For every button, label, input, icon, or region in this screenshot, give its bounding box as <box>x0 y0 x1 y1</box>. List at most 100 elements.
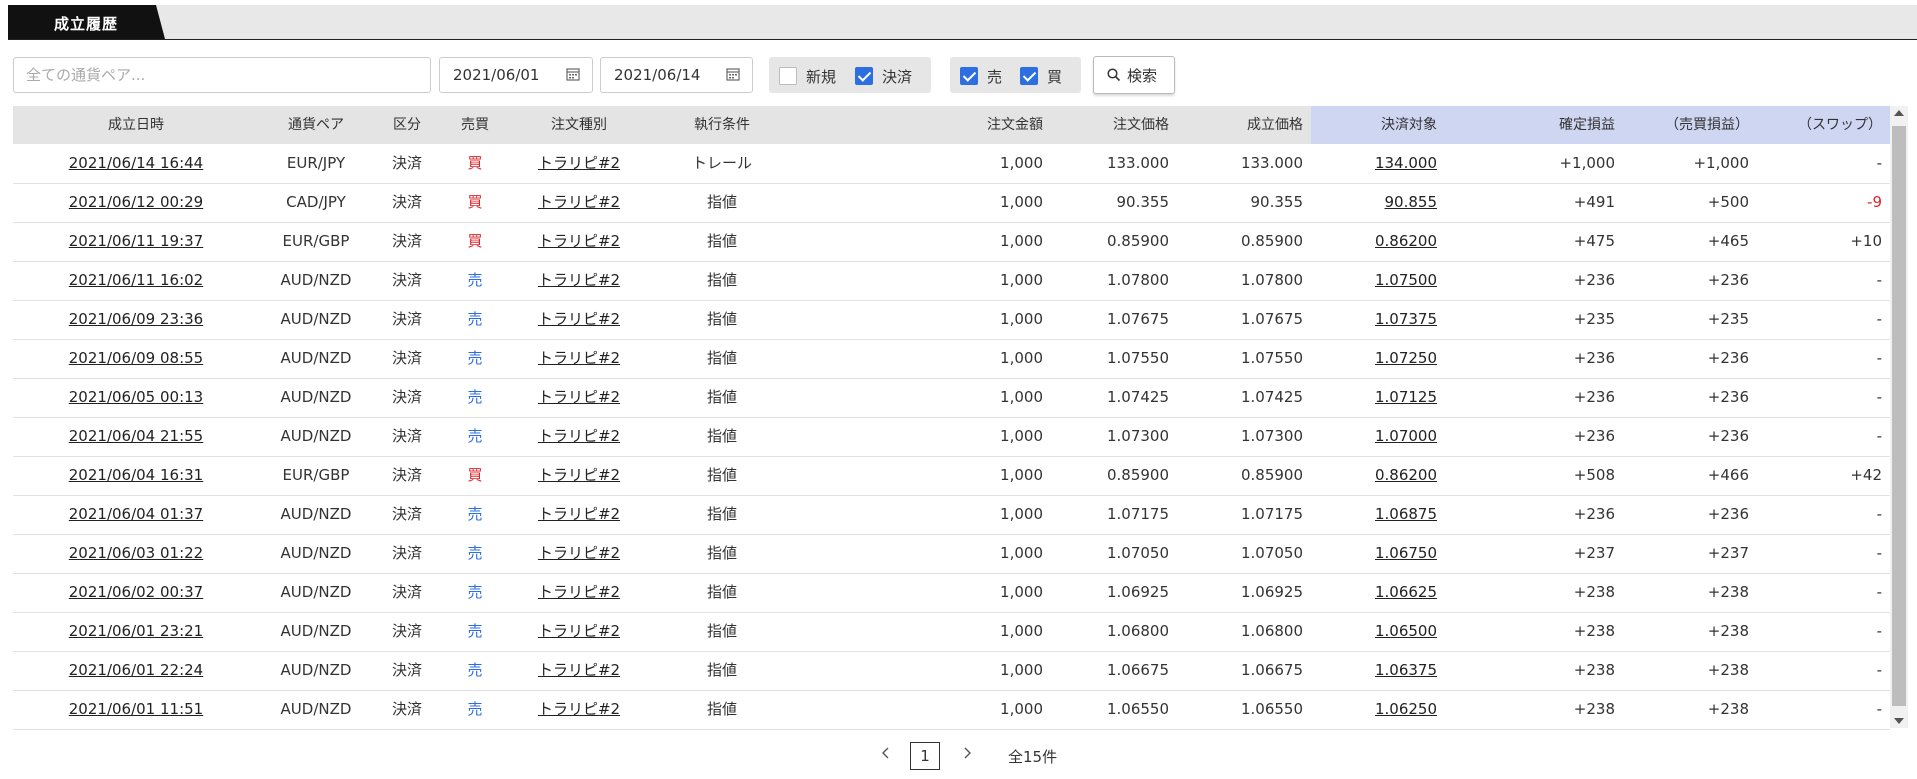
cell-target[interactable]: 1.07000 <box>1311 417 1445 456</box>
cell-target[interactable]: 134.000 <box>1311 144 1445 183</box>
calendar-icon[interactable] <box>566 67 580 81</box>
cell-datetime-text[interactable]: 2021/06/01 11:51 <box>69 700 203 718</box>
cell-order-type-text[interactable]: トラリピ#2 <box>538 427 620 445</box>
cell-datetime-text[interactable]: 2021/06/04 01:37 <box>69 505 203 523</box>
cell-order-type-text[interactable]: トラリピ#2 <box>538 154 620 172</box>
cell-datetime[interactable]: 2021/06/11 19:37 <box>13 222 259 261</box>
cell-target-text[interactable]: 1.07375 <box>1375 310 1437 328</box>
cell-datetime[interactable]: 2021/06/04 16:31 <box>13 456 259 495</box>
scroll-up-arrow-icon[interactable] <box>1894 110 1904 116</box>
cell-datetime-text[interactable]: 2021/06/11 16:02 <box>69 271 203 289</box>
cell-order-type[interactable]: トラリピ#2 <box>509 261 649 300</box>
cell-target-text[interactable]: 90.855 <box>1385 193 1438 211</box>
cell-datetime[interactable]: 2021/06/02 00:37 <box>13 573 259 612</box>
cell-datetime[interactable]: 2021/06/09 08:55 <box>13 339 259 378</box>
vertical-scrollbar[interactable] <box>1890 106 1908 728</box>
cell-target[interactable]: 1.07250 <box>1311 339 1445 378</box>
chevron-left-icon[interactable] <box>879 746 893 760</box>
tab-seiritsu-rireki[interactable]: 成立履歴 <box>8 5 165 39</box>
cell-datetime-text[interactable]: 2021/06/12 00:29 <box>69 193 203 211</box>
cell-datetime-text[interactable]: 2021/06/05 00:13 <box>69 388 203 406</box>
cell-datetime-text[interactable]: 2021/06/14 16:44 <box>69 154 203 172</box>
cell-order-type-text[interactable]: トラリピ#2 <box>538 505 620 523</box>
cell-order-type-text[interactable]: トラリピ#2 <box>538 388 620 406</box>
cell-target-text[interactable]: 1.06625 <box>1375 583 1437 601</box>
scroll-down-arrow-icon[interactable] <box>1894 718 1904 724</box>
cell-datetime[interactable]: 2021/06/03 01:22 <box>13 534 259 573</box>
cell-target-text[interactable]: 1.07500 <box>1375 271 1437 289</box>
cell-order-type[interactable]: トラリピ#2 <box>509 417 649 456</box>
cell-target[interactable]: 0.86200 <box>1311 222 1445 261</box>
cell-order-type-text[interactable]: トラリピ#2 <box>538 544 620 562</box>
cell-target-text[interactable]: 0.86200 <box>1375 232 1437 250</box>
cell-order-type-text[interactable]: トラリピ#2 <box>538 622 620 640</box>
cell-datetime-text[interactable]: 2021/06/09 23:36 <box>69 310 203 328</box>
cell-target[interactable]: 0.86200 <box>1311 456 1445 495</box>
cell-order-type-text[interactable]: トラリピ#2 <box>538 700 620 718</box>
cell-target-text[interactable]: 1.07250 <box>1375 349 1437 367</box>
cell-order-type[interactable]: トラリピ#2 <box>509 339 649 378</box>
cell-order-type[interactable]: トラリピ#2 <box>509 495 649 534</box>
cell-order-type[interactable]: トラリピ#2 <box>509 222 649 261</box>
page-number-current[interactable]: 1 <box>910 742 940 770</box>
cell-order-type-text[interactable]: トラリピ#2 <box>538 661 620 679</box>
cell-order-type[interactable]: トラリピ#2 <box>509 378 649 417</box>
cell-target[interactable]: 1.06875 <box>1311 495 1445 534</box>
cell-order-type[interactable]: トラリピ#2 <box>509 612 649 651</box>
cell-target-text[interactable]: 1.06875 <box>1375 505 1437 523</box>
checkbox-box[interactable] <box>1020 67 1038 85</box>
date-to-field[interactable]: 2021/06/14 <box>600 57 753 93</box>
cell-target-text[interactable]: 1.06750 <box>1375 544 1437 562</box>
cell-target[interactable]: 1.07375 <box>1311 300 1445 339</box>
cell-target[interactable]: 90.855 <box>1311 183 1445 222</box>
cell-order-type[interactable]: トラリピ#2 <box>509 690 649 729</box>
cell-datetime[interactable]: 2021/06/12 00:29 <box>13 183 259 222</box>
cell-target-text[interactable]: 1.07000 <box>1375 427 1437 445</box>
cell-datetime-text[interactable]: 2021/06/04 16:31 <box>69 466 203 484</box>
checkbox-kessai[interactable]: 決済 <box>855 66 912 86</box>
cell-datetime-text[interactable]: 2021/06/01 23:21 <box>69 622 203 640</box>
checkbox-box[interactable] <box>779 67 797 85</box>
cell-target-text[interactable]: 1.06375 <box>1375 661 1437 679</box>
checkbox-box[interactable] <box>960 67 978 85</box>
cell-order-type[interactable]: トラリピ#2 <box>509 651 649 690</box>
cell-target-text[interactable]: 1.06250 <box>1375 700 1437 718</box>
cell-order-type[interactable]: トラリピ#2 <box>509 534 649 573</box>
cell-datetime-text[interactable]: 2021/06/09 08:55 <box>69 349 203 367</box>
scrollbar-thumb[interactable] <box>1892 126 1906 706</box>
checkbox-uri[interactable]: 売 <box>960 66 1002 86</box>
cell-order-type-text[interactable]: トラリピ#2 <box>538 193 620 211</box>
cell-target[interactable]: 1.07500 <box>1311 261 1445 300</box>
cell-datetime[interactable]: 2021/06/14 16:44 <box>13 144 259 183</box>
cell-target-text[interactable]: 1.06500 <box>1375 622 1437 640</box>
cell-datetime[interactable]: 2021/06/05 00:13 <box>13 378 259 417</box>
checkbox-shinki[interactable]: 新規 <box>779 66 836 86</box>
currency-pair-search-input[interactable] <box>13 57 431 93</box>
checkbox-box[interactable] <box>855 67 873 85</box>
cell-target[interactable]: 1.07125 <box>1311 378 1445 417</box>
cell-order-type-text[interactable]: トラリピ#2 <box>538 583 620 601</box>
date-from-field[interactable]: 2021/06/01 <box>439 57 593 93</box>
cell-target[interactable]: 1.06625 <box>1311 573 1445 612</box>
cell-order-type[interactable]: トラリピ#2 <box>509 144 649 183</box>
cell-datetime[interactable]: 2021/06/04 01:37 <box>13 495 259 534</box>
cell-datetime[interactable]: 2021/06/09 23:36 <box>13 300 259 339</box>
cell-target[interactable]: 1.06750 <box>1311 534 1445 573</box>
cell-target-text[interactable]: 134.000 <box>1375 154 1437 172</box>
cell-target[interactable]: 1.06375 <box>1311 651 1445 690</box>
cell-order-type[interactable]: トラリピ#2 <box>509 183 649 222</box>
cell-order-type-text[interactable]: トラリピ#2 <box>538 271 620 289</box>
calendar-icon[interactable] <box>726 67 740 81</box>
cell-order-type-text[interactable]: トラリピ#2 <box>538 232 620 250</box>
cell-datetime[interactable]: 2021/06/04 21:55 <box>13 417 259 456</box>
cell-order-type[interactable]: トラリピ#2 <box>509 573 649 612</box>
cell-datetime-text[interactable]: 2021/06/04 21:55 <box>69 427 203 445</box>
search-button[interactable]: 検索 <box>1093 56 1175 94</box>
checkbox-kai[interactable]: 買 <box>1020 66 1062 86</box>
cell-target[interactable]: 1.06250 <box>1311 690 1445 729</box>
cell-datetime[interactable]: 2021/06/01 22:24 <box>13 651 259 690</box>
chevron-right-icon[interactable] <box>960 746 974 760</box>
cell-order-type[interactable]: トラリピ#2 <box>509 456 649 495</box>
cell-datetime-text[interactable]: 2021/06/11 19:37 <box>69 232 203 250</box>
cell-target-text[interactable]: 0.86200 <box>1375 466 1437 484</box>
